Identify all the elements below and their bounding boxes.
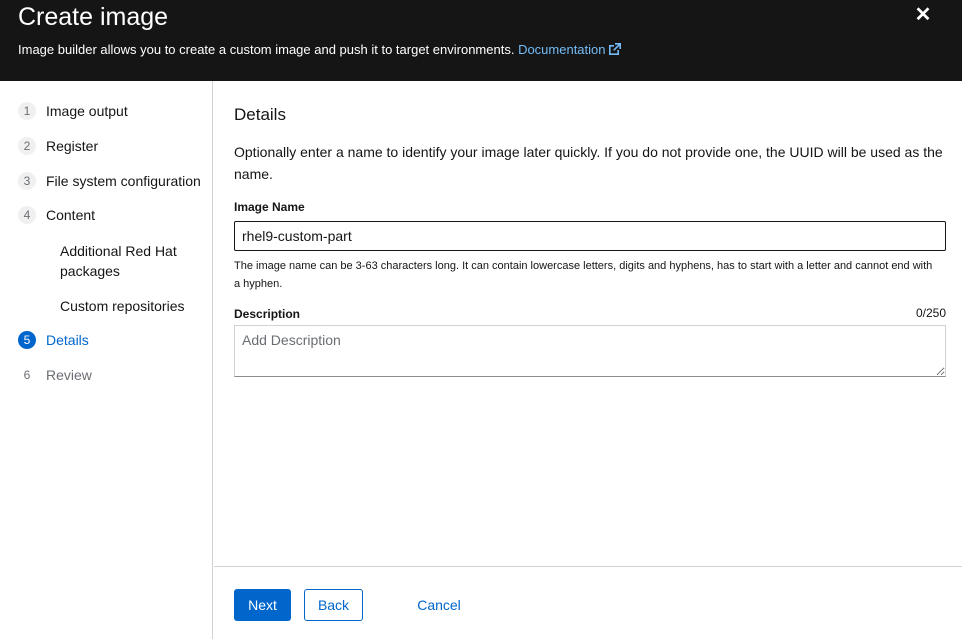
documentation-link[interactable]: Documentation (518, 42, 621, 57)
description-textarea[interactable] (234, 325, 946, 377)
back-button[interactable]: Back (304, 589, 363, 621)
wizard-nav: 1 Image output 2 Register 3 File system … (0, 81, 213, 639)
step-number: 4 (18, 206, 36, 224)
nav-item-label: Register (46, 138, 99, 154)
image-name-input[interactable] (234, 221, 946, 251)
external-link-icon (608, 43, 621, 55)
nav-item-review: 6 Review (18, 364, 92, 386)
wizard-footer: Next Back Cancel (214, 566, 962, 639)
step-number: 6 (23, 368, 31, 382)
nav-item-file-system-configuration[interactable]: 3 File system configuration (18, 170, 201, 192)
nav-item-label: Image output (46, 103, 128, 119)
nav-item-details[interactable]: 5 Details (18, 329, 89, 351)
documentation-link-label: Documentation (518, 42, 606, 57)
nav-item-register[interactable]: 2 Register (18, 135, 98, 157)
section-title: Details (234, 105, 286, 124)
cancel-button[interactable]: Cancel (404, 589, 474, 621)
description-counter: 0/250 (915, 306, 946, 320)
nav-item-image-output[interactable]: 1 Image output (18, 100, 128, 122)
nav-item-label: Details (46, 332, 89, 348)
nav-item-label: File system configuration (46, 173, 201, 189)
nav-subitem-additional-packages[interactable]: Additional Red Hat packages (60, 241, 200, 281)
nav-item-content[interactable]: 4 Content (18, 204, 95, 226)
page-subtitle: Image builder allows you to create a cus… (18, 42, 622, 57)
step-number: 5 (18, 331, 36, 349)
subtitle-text: Image builder allows you to create a cus… (18, 42, 515, 57)
details-step: Details Optionally enter a name to ident… (214, 81, 962, 566)
step-number: 3 (18, 172, 36, 190)
nav-item-label: Review (46, 367, 92, 383)
intro-text: Optionally enter a name to identify your… (234, 144, 943, 182)
description-label: Description (234, 307, 301, 321)
next-button[interactable]: Next (234, 589, 291, 621)
close-icon[interactable]: ✕ (912, 4, 934, 26)
wizard-header: Create image Image builder allows you to… (0, 0, 962, 81)
image-name-label: Image Name (234, 200, 305, 214)
nav-item-label: Content (46, 207, 96, 223)
step-number: 1 (18, 102, 36, 120)
image-name-helper: The image name can be 3-63 characters lo… (234, 260, 933, 290)
nav-subitem-custom-repositories[interactable]: Custom repositories (60, 296, 200, 316)
page-title: Create image (18, 3, 169, 31)
step-number: 2 (18, 137, 36, 155)
